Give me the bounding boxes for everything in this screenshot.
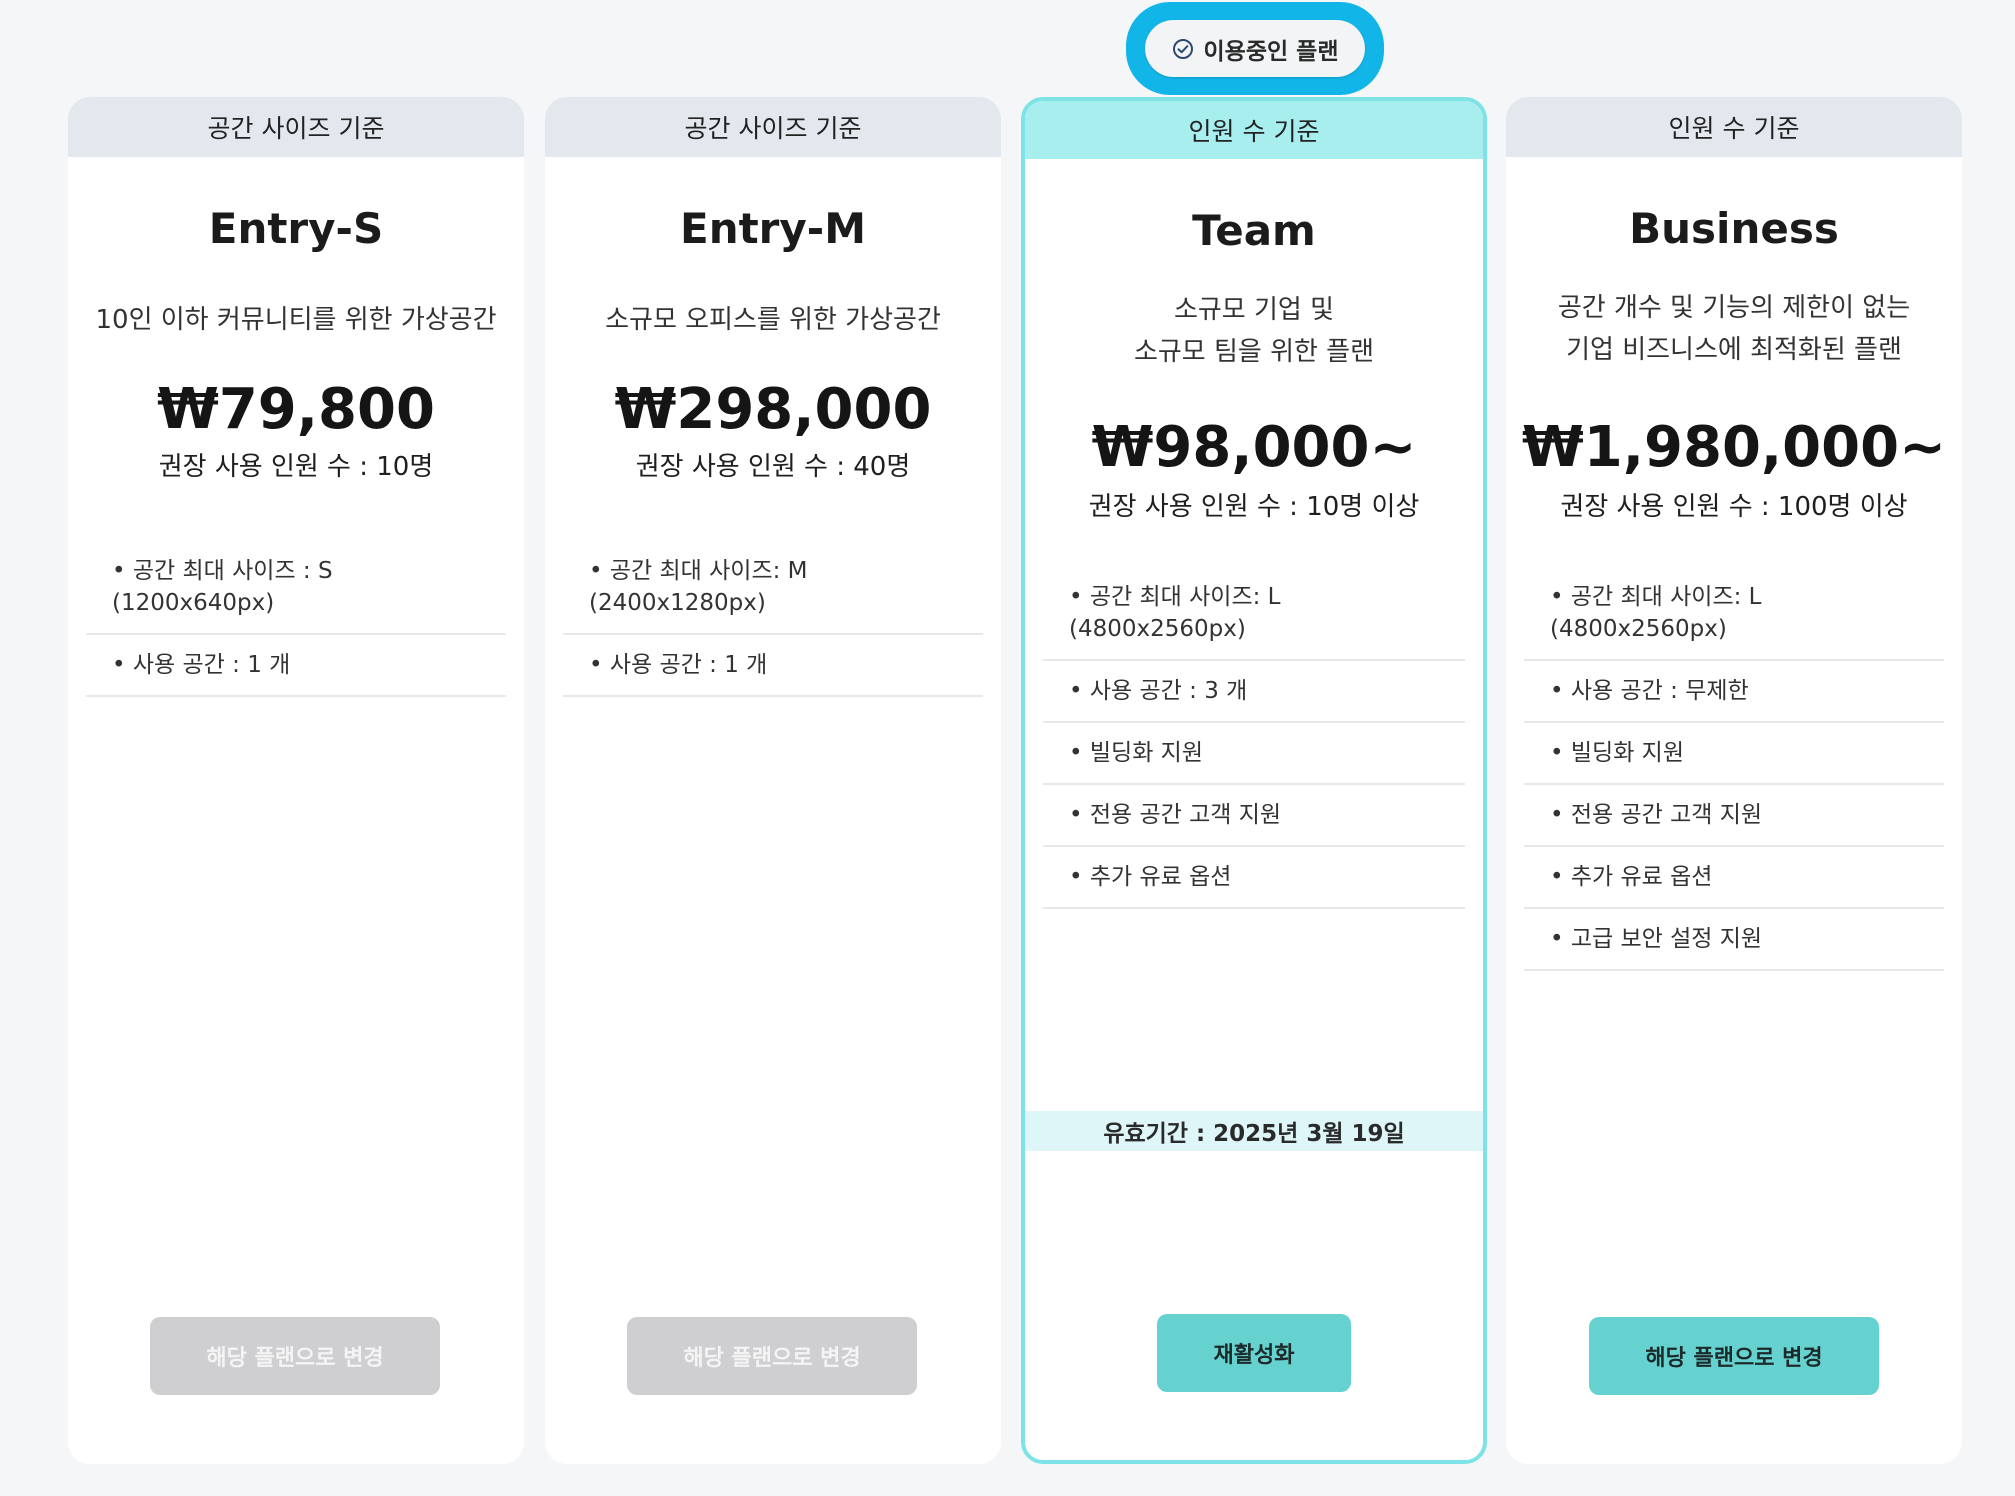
feature-text: • 전용 공간 고객 지원	[1550, 802, 1763, 828]
current-plan-badge-highlight: 이용중인 플랜	[1126, 2, 1384, 95]
plan-card-entry-m: 공간 사이즈 기준 Entry-M 소규모 오피스를 위한 가상공간 ₩298,…	[545, 97, 1001, 1464]
plan-recommended-users: 권장 사용 인원 수 : 40명	[635, 452, 911, 482]
feature-text: • 공간 최대 사이즈: L (4800x2560px)	[1069, 584, 1281, 642]
plan-name: Business	[1629, 204, 1839, 253]
current-plan-badge-label: 이용중인 플랜	[1203, 38, 1339, 65]
plan-description: 10인 이하 커뮤니티를 위한 가상공간	[95, 305, 497, 335]
plan-category-header: 공간 사이즈 기준	[68, 97, 524, 157]
plan-price: ₩79,800	[157, 377, 435, 442]
feature-text: • 공간 최대 사이즈 : S (1200x640px)	[112, 558, 333, 616]
feature-text: • 추가 유료 옵션	[1550, 864, 1713, 890]
feature-item: • 사용 공간 : 3 개	[1043, 661, 1465, 723]
feature-item: • 전용 공간 고객 지원	[1524, 785, 1944, 847]
feature-item: • 사용 공간 : 1 개	[563, 635, 983, 697]
plan-recommended-users: 권장 사용 인원 수 : 10명	[158, 452, 434, 482]
plan-price: ₩1,980,000~	[1522, 415, 1946, 480]
plan-price: ₩98,000~	[1091, 415, 1417, 480]
change-plan-button[interactable]: 해당 플랜으로 변경	[150, 1317, 440, 1395]
feature-list: • 공간 최대 사이즈 : S (1200x640px) • 사용 공간 : 1…	[86, 541, 506, 697]
feature-list: • 공간 최대 사이즈: L (4800x2560px) • 사용 공간 : 무…	[1524, 567, 1944, 971]
plan-price: ₩298,000	[614, 377, 932, 442]
plan-category-header: 공간 사이즈 기준	[545, 97, 1001, 157]
plan-name: Entry-S	[208, 204, 384, 253]
plan-validity-date: 유효기간 : 2025년 3월 19일	[1025, 1111, 1483, 1151]
reactivate-button[interactable]: 재활성화	[1157, 1314, 1351, 1392]
feature-item: • 사용 공간 : 1 개	[86, 635, 506, 697]
plan-name: Team	[1192, 206, 1316, 255]
feature-text: • 사용 공간 : 무제한	[1550, 678, 1749, 704]
feature-item: • 공간 최대 사이즈: L (4800x2560px)	[1043, 567, 1465, 661]
plan-card-entry-s: 공간 사이즈 기준 Entry-S 10인 이하 커뮤니티를 위한 가상공간 ₩…	[68, 97, 524, 1464]
feature-item: • 고급 보안 설정 지원	[1524, 909, 1944, 971]
feature-item: • 빌딩화 지원	[1524, 723, 1944, 785]
feature-item: • 공간 최대 사이즈: M (2400x1280px)	[563, 541, 983, 635]
check-circle-icon	[1172, 38, 1194, 60]
plan-card-team: 인원 수 기준 Team 소규모 기업 및 소규모 팀을 위한 플랜 ₩98,0…	[1021, 97, 1487, 1464]
plan-description: 소규모 기업 및 소규모 팀을 위한 플랜	[1133, 295, 1375, 367]
feature-item: • 공간 최대 사이즈 : S (1200x640px)	[86, 541, 506, 635]
feature-item: • 추가 유료 옵션	[1043, 847, 1465, 909]
feature-text: • 공간 최대 사이즈: M (2400x1280px)	[589, 558, 808, 616]
plan-name: Entry-M	[680, 204, 866, 253]
feature-item: • 사용 공간 : 무제한	[1524, 661, 1944, 723]
feature-list: • 공간 최대 사이즈: M (2400x1280px) • 사용 공간 : 1…	[563, 541, 983, 697]
plan-card-business: 인원 수 기준 Business 공간 개수 및 기능의 제한이 없는 기업 비…	[1506, 97, 1962, 1464]
current-plan-badge: 이용중인 플랜	[1145, 20, 1365, 77]
feature-text: • 사용 공간 : 1 개	[112, 652, 291, 678]
feature-text: • 전용 공간 고객 지원	[1069, 802, 1282, 828]
feature-item: • 전용 공간 고객 지원	[1043, 785, 1465, 847]
feature-item: • 빌딩화 지원	[1043, 723, 1465, 785]
plan-description: 소규모 오피스를 위한 가상공간	[605, 305, 941, 335]
feature-item: • 공간 최대 사이즈: L (4800x2560px)	[1524, 567, 1944, 661]
feature-text: • 추가 유료 옵션	[1069, 864, 1232, 890]
plan-description: 공간 개수 및 기능의 제한이 없는 기업 비즈니스에 최적화된 플랜	[1557, 293, 1911, 365]
plan-recommended-users: 권장 사용 인원 수 : 10명 이상	[1088, 492, 1420, 522]
feature-item: • 추가 유료 옵션	[1524, 847, 1944, 909]
feature-text: • 빌딩화 지원	[1550, 740, 1684, 766]
feature-text: • 공간 최대 사이즈: L (4800x2560px)	[1550, 584, 1762, 642]
feature-text: • 고급 보안 설정 지원	[1550, 926, 1763, 952]
change-plan-button[interactable]: 해당 플랜으로 변경	[627, 1317, 917, 1395]
change-plan-button[interactable]: 해당 플랜으로 변경	[1589, 1317, 1879, 1395]
plan-recommended-users: 권장 사용 인원 수 : 100명 이상	[1560, 492, 1908, 522]
feature-text: • 빌딩화 지원	[1069, 740, 1203, 766]
plan-category-header: 인원 수 기준	[1506, 97, 1962, 157]
feature-text: • 사용 공간 : 1 개	[589, 652, 768, 678]
plan-category-header: 인원 수 기준	[1025, 101, 1483, 159]
feature-text: • 사용 공간 : 3 개	[1069, 678, 1248, 704]
feature-list: • 공간 최대 사이즈: L (4800x2560px) • 사용 공간 : 3…	[1043, 567, 1465, 909]
